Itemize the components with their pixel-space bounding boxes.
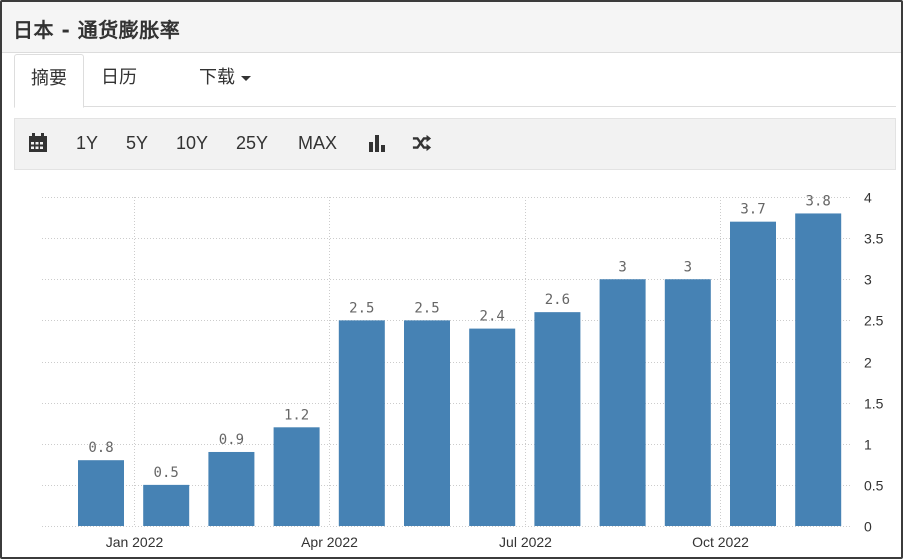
caret-down-icon xyxy=(241,75,251,81)
tab-download[interactable]: 下载 xyxy=(199,54,251,105)
data-label: 0.8 xyxy=(88,440,113,456)
data-label: 2.6 xyxy=(545,292,570,308)
bars xyxy=(78,213,842,527)
x-axis-ticks: Jan 2022 Apr 2022 Jul 2022 Oct 2022 xyxy=(106,534,749,550)
data-label: 3.7 xyxy=(740,202,765,218)
data-label: 0.9 xyxy=(219,432,244,448)
bar[interactable] xyxy=(795,213,842,526)
data-label: 3 xyxy=(618,259,626,275)
y-tick-label: 0.5 xyxy=(864,478,884,494)
x-tick-label: Oct 2022 xyxy=(692,534,749,550)
data-labels: 0.8 0.5 0.9 1.2 2.5 2.5 2.4 2.6 3 3 3.7 3.8 xyxy=(88,193,830,480)
chart-toolbar: 1Y 5Y 10Y 25Y MAX xyxy=(14,118,896,170)
tab-bar: 摘要 日历 下载 xyxy=(14,54,896,108)
bar[interactable] xyxy=(730,221,776,527)
range-10y-button[interactable]: 10Y xyxy=(176,133,208,154)
bar[interactable] xyxy=(78,460,124,526)
data-label: 3 xyxy=(684,259,692,275)
tab-calendar[interactable]: 日历 xyxy=(101,54,137,105)
bar-chart: 0.8 0.5 0.9 1.2 2.5 2.5 2.4 2.6 3 3 3.7 3.8 0 0.5 1 1.… xyxy=(42,190,884,550)
range-25y-button[interactable]: 25Y xyxy=(236,133,268,154)
y-axis-ticks: 0 0.5 1 1.5 2 2.5 3 3.5 4 xyxy=(864,190,884,535)
tab-download-label: 下载 xyxy=(199,67,235,88)
calendar-icon[interactable] xyxy=(28,133,48,153)
widget-frame: 日本 - 通货膨胀率 摘要 日历 下载 1Y 5Y 10Y 25Y MAX 0.… xyxy=(0,0,903,559)
y-tick-label: 4 xyxy=(864,190,872,206)
bar[interactable] xyxy=(404,320,450,526)
page-title: 日本 - 通货膨胀率 xyxy=(13,18,181,42)
range-max-button[interactable]: MAX xyxy=(298,133,337,154)
bar[interactable] xyxy=(338,320,385,526)
bar[interactable] xyxy=(599,279,646,526)
range-5y-button[interactable]: 5Y xyxy=(126,133,148,154)
x-tick-label: Jan 2022 xyxy=(106,534,164,550)
range-1y-button[interactable]: 1Y xyxy=(76,133,98,154)
x-tick-label: Jul 2022 xyxy=(499,534,552,550)
bar-chart-icon[interactable] xyxy=(367,133,387,153)
bar[interactable] xyxy=(664,279,711,526)
data-label: 2.5 xyxy=(414,300,439,316)
inflation-chart: 0.8 0.5 0.9 1.2 2.5 2.5 2.4 2.6 3 3 3.7 3.8 0 0.5 1 1.… xyxy=(2,174,901,557)
shuffle-icon[interactable] xyxy=(412,133,432,153)
y-tick-label: 2.5 xyxy=(864,313,884,329)
y-tick-label: 1.5 xyxy=(864,396,884,412)
data-label: 0.5 xyxy=(154,465,179,481)
y-tick-label: 3 xyxy=(864,272,872,288)
y-tick-label: 1 xyxy=(864,437,872,453)
y-tick-label: 3.5 xyxy=(864,231,884,247)
y-tick-label: 0 xyxy=(864,519,872,535)
x-tick-label: Apr 2022 xyxy=(301,534,358,550)
y-tick-label: 2 xyxy=(864,355,872,371)
data-label: 2.4 xyxy=(480,309,505,325)
data-label: 2.5 xyxy=(349,300,374,316)
tab-summary[interactable]: 摘要 xyxy=(14,54,84,108)
bar[interactable] xyxy=(143,484,190,526)
data-label: 3.8 xyxy=(806,193,831,209)
bar[interactable] xyxy=(273,427,320,526)
data-label: 1.2 xyxy=(284,407,309,423)
widget-header: 日本 - 通货膨胀率 xyxy=(2,2,901,53)
bar[interactable] xyxy=(469,328,516,526)
bar[interactable] xyxy=(208,451,255,526)
bar[interactable] xyxy=(534,312,581,526)
